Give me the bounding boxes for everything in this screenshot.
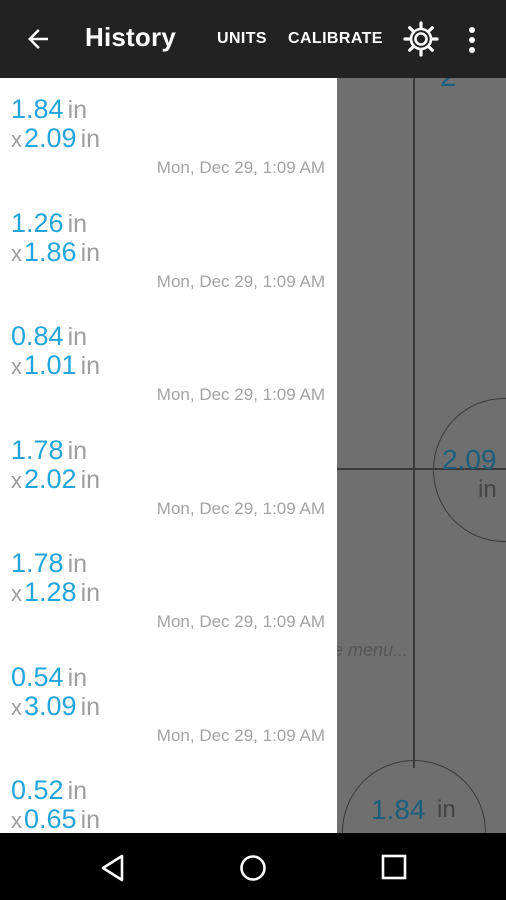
history-item[interactable]: 0.84 in x1.01 in Mon, Dec 29, 1:09 AM — [0, 305, 337, 419]
width-value: 0.52 — [11, 775, 64, 805]
height-unit: in — [478, 476, 497, 503]
times-sign: x — [11, 808, 22, 833]
history-item[interactable]: 0.54 in x3.09 in Mon, Dec 29, 1:09 AM — [0, 646, 337, 760]
vertical-guide-line — [413, 78, 415, 768]
unit-label: in — [67, 664, 88, 692]
gear-icon — [403, 21, 439, 57]
height-value: 1.01 — [24, 350, 77, 380]
nav-recents-icon — [381, 854, 407, 880]
unit-label: in — [80, 352, 101, 380]
timestamp: Mon, Dec 29, 1:09 AM — [156, 158, 325, 177]
timestamp: Mon, Dec 29, 1:09 AM — [156, 385, 325, 404]
times-sign: x — [11, 127, 22, 152]
times-sign: x — [11, 581, 22, 606]
bg-top-value: 2 — [440, 78, 457, 94]
height-value: 2.09 — [442, 444, 497, 475]
units-button[interactable]: UNITS — [217, 30, 267, 48]
unit-label: in — [80, 239, 101, 267]
timestamp: Mon, Dec 29, 1:09 AM — [156, 726, 325, 745]
times-sign: x — [11, 695, 22, 720]
unit-label: in — [80, 466, 101, 494]
timestamp: Mon, Dec 29, 1:09 AM — [156, 499, 325, 518]
width-value: 0.54 — [11, 662, 64, 692]
width-value: 1.84 — [11, 94, 64, 124]
unit-label: in — [67, 550, 88, 578]
back-button[interactable] — [18, 19, 58, 59]
timestamp: Mon, Dec 29, 1:09 AM — [156, 272, 325, 291]
width-value: 1.78 — [11, 548, 64, 578]
height-value: 2.02 — [24, 464, 77, 494]
unit-label: in — [67, 210, 88, 238]
history-item[interactable]: 0.52 in x0.65 in — [0, 759, 337, 833]
unit-label: in — [80, 579, 101, 607]
width-value: 1.84 — [371, 794, 426, 825]
width-value: 1.78 — [11, 435, 64, 465]
height-value: 1.28 — [24, 577, 77, 607]
more-options-button[interactable] — [460, 22, 484, 58]
nav-home-button[interactable] — [238, 853, 268, 883]
history-item[interactable]: 1.78 in x2.02 in Mon, Dec 29, 1:09 AM — [0, 419, 337, 533]
times-sign: x — [11, 468, 22, 493]
times-sign: x — [11, 354, 22, 379]
history-item[interactable]: 1.26 in x1.86 in Mon, Dec 29, 1:09 AM — [0, 192, 337, 306]
nav-back-button[interactable] — [98, 853, 128, 883]
unit-label: in — [80, 806, 101, 833]
width-value: 1.26 — [11, 208, 64, 238]
unit-label: in — [67, 323, 88, 351]
unit-label: in — [67, 96, 88, 124]
timestamp: Mon, Dec 29, 1:09 AM — [156, 612, 325, 631]
arrow-left-icon — [28, 29, 48, 49]
nav-recents-button[interactable] — [380, 853, 408, 881]
unit-label: in — [67, 437, 88, 465]
height-value: 3.09 — [24, 691, 77, 721]
menu-hint: e menu... — [333, 640, 409, 660]
unit-label: in — [67, 777, 88, 805]
times-sign: x — [11, 241, 22, 266]
app-bar: History UNITS CALIBRATE — [0, 0, 506, 78]
page-title: History — [85, 22, 176, 52]
history-item[interactable]: 1.84 in x2.09 in Mon, Dec 29, 1:09 AM — [0, 78, 337, 192]
more-vert-icon — [469, 27, 475, 53]
height-value: 0.65 — [24, 804, 77, 833]
system-nav-bar — [0, 833, 506, 900]
calibrate-button[interactable]: CALIBRATE — [288, 30, 383, 48]
height-value: 1.86 — [24, 237, 77, 267]
nav-back-icon — [101, 854, 124, 882]
history-item[interactable]: 1.78 in x1.28 in Mon, Dec 29, 1:09 AM — [0, 532, 337, 646]
unit-label: in — [80, 693, 101, 721]
width-value: 0.84 — [11, 321, 64, 351]
nav-home-icon — [240, 855, 266, 881]
height-value: 2.09 — [24, 123, 77, 153]
unit-label: in — [80, 125, 101, 153]
history-drawer: 1.84 in x2.09 in Mon, Dec 29, 1:09 AM 1.26… — [0, 78, 337, 833]
settings-button[interactable] — [402, 20, 440, 58]
width-unit: in — [437, 796, 456, 823]
